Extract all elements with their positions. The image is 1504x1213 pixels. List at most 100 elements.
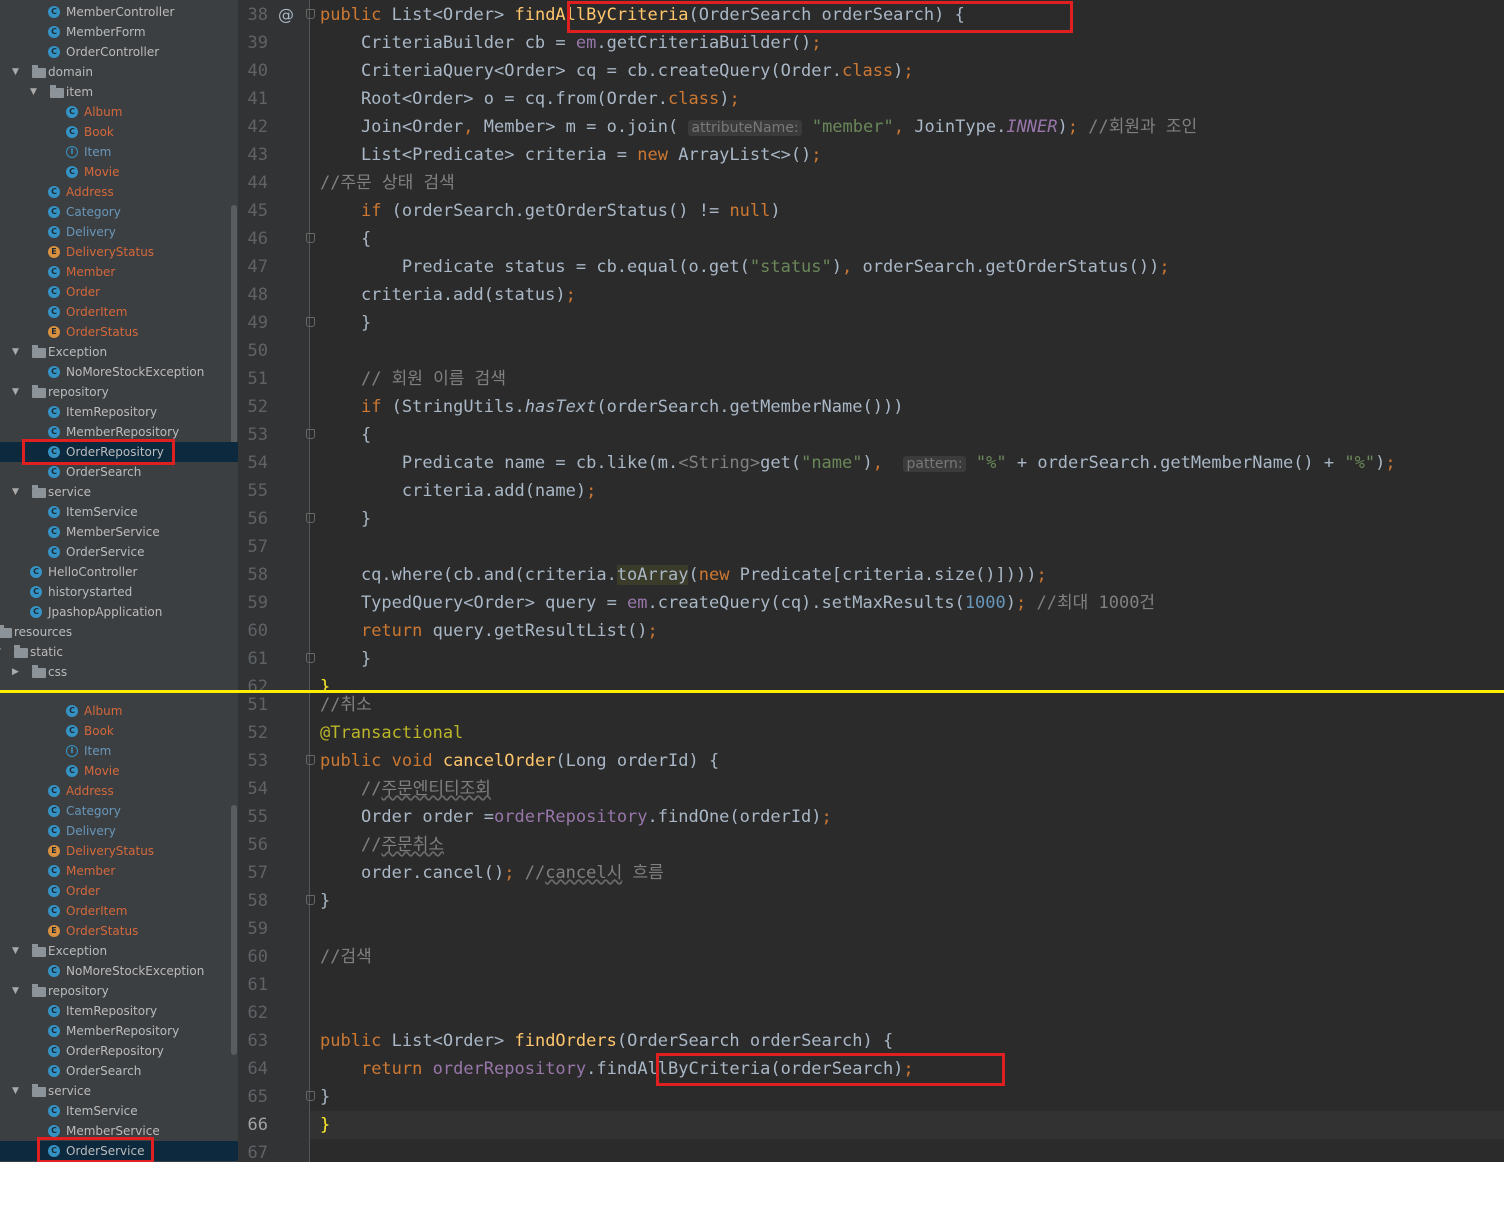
fold-marker-icon[interactable]: [306, 9, 315, 19]
fold-marker-icon[interactable]: [306, 653, 315, 663]
expand-arrow-icon[interactable]: ▼: [12, 981, 24, 1001]
tree-item-member[interactable]: C Member: [0, 262, 238, 282]
tree-item-memberform[interactable]: C MemberForm: [0, 22, 238, 42]
code-line[interactable]: 45 if (orderSearch.getOrderStatus() != n…: [238, 197, 1504, 225]
code-editor[interactable]: 38 @ public List<Order> findAllByCriteria(…: [238, 0, 1504, 690]
tree-item-album[interactable]: C Album: [0, 102, 238, 122]
tree-item-memberservice[interactable]: C MemberService: [0, 522, 238, 542]
code-line[interactable]: 49 }: [238, 309, 1504, 337]
tree-item-resources[interactable]: resources: [0, 622, 238, 642]
tree-item-member[interactable]: C Member: [0, 861, 238, 881]
tree-item-exception[interactable]: ▼ Exception: [0, 941, 238, 961]
code-line[interactable]: 40 CriteriaQuery<Order> cq = cb.createQu…: [238, 57, 1504, 85]
code-line[interactable]: 62: [238, 999, 1504, 1027]
code-line[interactable]: 55 Order order =orderRepository.findOne(…: [238, 803, 1504, 831]
code-line[interactable]: 52 @Transactional: [238, 719, 1504, 747]
expand-arrow-icon[interactable]: ▼: [12, 342, 24, 362]
code-line[interactable]: 63 public List<Order> findOrders(OrderSea…: [238, 1027, 1504, 1055]
code-line[interactable]: 47 Predicate status = cb.equal(o.get("st…: [238, 253, 1504, 281]
tree-item-item[interactable]: I Item: [0, 741, 238, 761]
tree-item-orderitem[interactable]: C OrderItem: [0, 901, 238, 921]
tree-item-css[interactable]: ▶ css: [0, 662, 238, 682]
code-line[interactable]: 39 CriteriaBuilder cb = em.getCriteriaBu…: [238, 29, 1504, 57]
expand-arrow-icon[interactable]: ▼: [0, 642, 6, 662]
code-line[interactable]: 60 return query.getResultList();: [238, 617, 1504, 645]
tree-item-address[interactable]: C Address: [0, 781, 238, 801]
expand-arrow-icon[interactable]: ▼: [12, 941, 24, 961]
tree-item-orderrepository[interactable]: C OrderRepository: [0, 1041, 238, 1061]
expand-arrow-icon[interactable]: ▼: [30, 82, 42, 102]
tree-item-deliverystatus[interactable]: E DeliveryStatus: [0, 242, 238, 262]
project-tree[interactable]: C MemberController C MemberForm C OrderContro…: [0, 0, 238, 690]
tree-item-memberrepository[interactable]: C MemberRepository: [0, 1021, 238, 1041]
code-line[interactable]: 61: [238, 971, 1504, 999]
tree-item-exception[interactable]: ▼ Exception: [0, 342, 238, 362]
tree-item-deliverystatus[interactable]: E DeliveryStatus: [0, 841, 238, 861]
tree-item-orderstatus[interactable]: E OrderStatus: [0, 322, 238, 342]
code-line[interactable]: 59 TypedQuery<Order> query = em.createQu…: [238, 589, 1504, 617]
tree-item-jpashopapplication[interactable]: C JpashopApplication: [0, 602, 238, 622]
tree-item-address[interactable]: C Address: [0, 182, 238, 202]
tree-item-movie[interactable]: C Movie: [0, 761, 238, 781]
tree-item-orderitem[interactable]: C OrderItem: [0, 302, 238, 322]
code-line[interactable]: 58 cq.where(cb.and(criteria.toArray(new …: [238, 561, 1504, 589]
code-line[interactable]: 66}: [238, 1111, 1504, 1139]
code-line[interactable]: 43 List<Predicate> criteria = new ArrayL…: [238, 141, 1504, 169]
tree-item-album[interactable]: C Album: [0, 701, 238, 721]
code-line[interactable]: 50: [238, 337, 1504, 365]
code-line[interactable]: 54 Predicate name = cb.like(m.<String>ge…: [238, 449, 1504, 477]
code-line[interactable]: 54 //주문엔티티조회: [238, 775, 1504, 803]
tree-item-item[interactable]: I Item: [0, 142, 238, 162]
code-line[interactable]: 53 {: [238, 421, 1504, 449]
tree-item-order[interactable]: C Order: [0, 282, 238, 302]
code-line[interactable]: 53 public void cancelOrder(Long orderId) …: [238, 747, 1504, 775]
tree-item-itemservice[interactable]: C ItemService: [0, 1101, 238, 1121]
tree-item-static[interactable]: ▼ static: [0, 642, 238, 662]
tree-item-ordersearch[interactable]: C OrderSearch: [0, 462, 238, 482]
tree-item-itemservice[interactable]: C ItemService: [0, 502, 238, 522]
code-line[interactable]: 56 //주문취소: [238, 831, 1504, 859]
code-line[interactable]: 65}: [238, 1083, 1504, 1111]
code-line[interactable]: 55 criteria.add(name);: [238, 477, 1504, 505]
code-line[interactable]: 52 if (StringUtils.hasText(orderSearch.g…: [238, 393, 1504, 421]
tree-item-delivery[interactable]: C Delivery: [0, 222, 238, 242]
tree-item-service[interactable]: ▼ service: [0, 482, 238, 502]
tree-item-ordercontroller[interactable]: C OrderController: [0, 42, 238, 62]
code-line[interactable]: 57 order.cancel(); //cancel시 흐름: [238, 859, 1504, 887]
code-line[interactable]: 44 //주문 상태 검색: [238, 169, 1504, 197]
tree-item-delivery[interactable]: C Delivery: [0, 821, 238, 841]
tree-item-nomorestockexception[interactable]: C NoMoreStockException: [0, 362, 238, 382]
override-marker-icon[interactable]: @: [278, 1, 294, 29]
fold-marker-icon[interactable]: [306, 317, 315, 327]
tree-item-membercontroller[interactable]: C MemberController: [0, 2, 238, 22]
tree-item-ordersearch[interactable]: C OrderSearch: [0, 1061, 238, 1081]
tree-item-orderstatus[interactable]: E OrderStatus: [0, 921, 238, 941]
code-line[interactable]: 57: [238, 533, 1504, 561]
tree-item-hellocontroller[interactable]: C HelloController: [0, 562, 238, 582]
fold-marker-icon[interactable]: [306, 513, 315, 523]
code-line[interactable]: 51 // 회원 이름 검색: [238, 365, 1504, 393]
expand-arrow-icon[interactable]: ▼: [12, 1081, 24, 1101]
code-editor[interactable]: 51 //취소 52 @Transactional 53 public void canc…: [238, 693, 1504, 1162]
fold-marker-icon[interactable]: [306, 1091, 315, 1101]
tree-item-itemrepository[interactable]: C ItemRepository: [0, 402, 238, 422]
code-line[interactable]: 46 {: [238, 225, 1504, 253]
expand-arrow-icon[interactable]: ▼: [12, 482, 24, 502]
tree-item-item[interactable]: ▼ item: [0, 82, 238, 102]
tree-item-category[interactable]: C Category: [0, 801, 238, 821]
tree-item-movie[interactable]: C Movie: [0, 162, 238, 182]
project-tree[interactable]: C Album C Book I Item C Movie C Address C Category C…: [0, 693, 238, 1162]
code-line[interactable]: 58}: [238, 887, 1504, 915]
tree-item-repository[interactable]: ▼ repository: [0, 382, 238, 402]
code-line[interactable]: 42 Join<Order, Member> m = o.join( attri…: [238, 113, 1504, 141]
code-line[interactable]: 41 Root<Order> o = cq.from(Order.class);: [238, 85, 1504, 113]
code-line[interactable]: 67: [238, 1139, 1504, 1162]
tree-item-order[interactable]: C Order: [0, 881, 238, 901]
fold-marker-icon[interactable]: [306, 233, 315, 243]
collapse-arrow-icon[interactable]: ▶: [12, 662, 24, 682]
tree-item-orderservice[interactable]: C OrderService: [0, 542, 238, 562]
code-line[interactable]: 48 criteria.add(status);: [238, 281, 1504, 309]
code-line[interactable]: 51 //취소: [238, 693, 1504, 719]
fold-marker-icon[interactable]: [306, 429, 315, 439]
code-line[interactable]: 56 }: [238, 505, 1504, 533]
